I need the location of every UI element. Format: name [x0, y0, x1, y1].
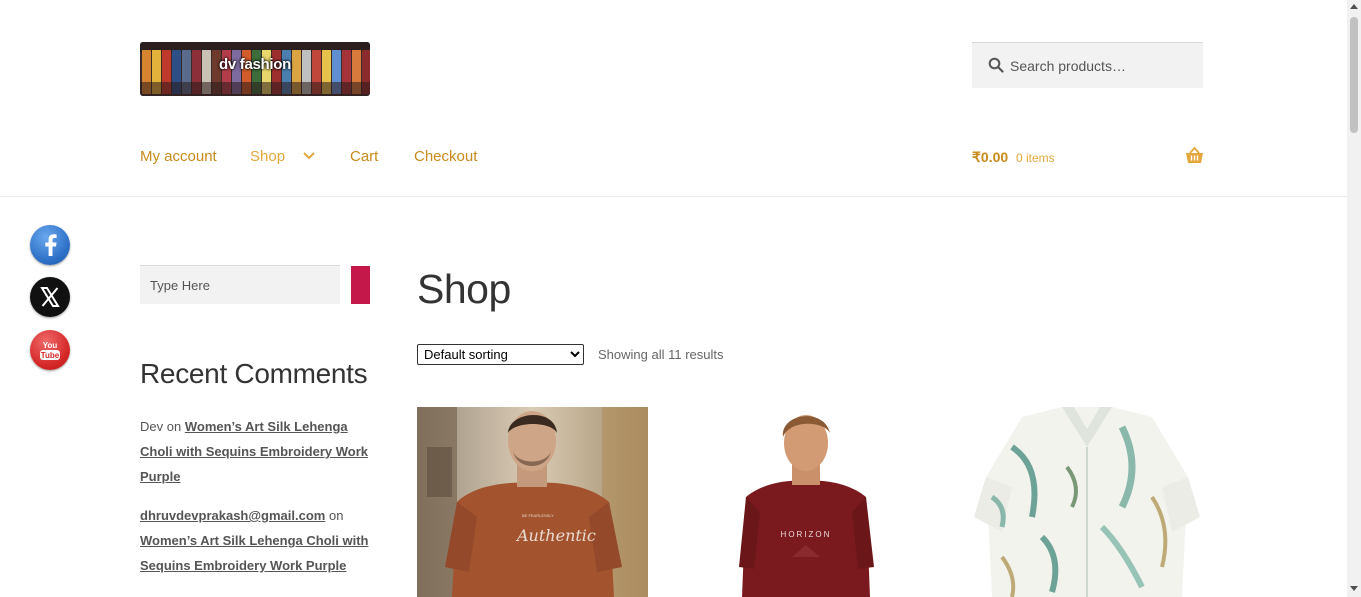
sort-select[interactable]: Default sorting [417, 344, 584, 365]
product-card[interactable]: HORIZON [694, 407, 925, 597]
chevron-down-icon[interactable] [302, 151, 316, 161]
page-scrollbar[interactable] [1347, 0, 1361, 597]
shirt-text-small: BE FEARLESSLY [522, 513, 554, 518]
shirt-text: HORIZON [781, 530, 832, 539]
svg-text:Tube: Tube [41, 351, 60, 360]
site-logo[interactable]: dv fashion [140, 42, 370, 96]
sidebar-search-button[interactable] [351, 266, 370, 304]
basket-icon[interactable] [1185, 147, 1204, 164]
comment-author-link[interactable]: dhruvdevprakash@gmail.com [140, 508, 325, 523]
nav-cart[interactable]: Cart [350, 148, 378, 165]
product-search-box [972, 42, 1203, 89]
product-card[interactable] [972, 407, 1203, 597]
svg-text:You: You [43, 341, 58, 350]
product-image: HORIZON [694, 407, 925, 597]
nav-checkout[interactable]: Checkout [414, 148, 477, 165]
product-image [972, 407, 1203, 597]
cart-total[interactable]: ₹0.00 [972, 149, 1008, 166]
comment-item: dhruvdevprakash@gmail.com on Women’s Art… [140, 503, 372, 578]
nav-my-account[interactable]: My account [140, 148, 217, 165]
youtube-icon[interactable]: You Tube [30, 330, 70, 370]
comment-author: Dev [140, 419, 164, 434]
sidebar-search-input[interactable] [148, 266, 337, 305]
recent-comments-heading: Recent Comments [140, 358, 368, 389]
scroll-up-arrow-icon[interactable] [1350, 4, 1358, 9]
comment-item: Dev on Women’s Art Silk Lehenga Choli wi… [140, 414, 372, 489]
header-divider [0, 196, 1347, 197]
cart-item-count[interactable]: 0 items [1016, 151, 1055, 165]
nav-shop[interactable]: Shop [250, 148, 285, 165]
product-card[interactable]: BE FEARLESSLY Authentic [417, 407, 648, 597]
sidebar-search-box [140, 265, 340, 305]
comment-connector: on [328, 508, 344, 523]
page-title: Shop [417, 266, 511, 312]
search-icon [988, 57, 1004, 73]
x-icon[interactable] [30, 277, 70, 317]
shirt-text: Authentic [515, 526, 596, 545]
logo-text: dv fashion [218, 56, 291, 73]
scroll-down-arrow-icon[interactable] [1350, 586, 1358, 591]
scrollbar-thumb[interactable] [1350, 17, 1358, 133]
comment-post-link[interactable]: Women’s Art Silk Lehenga Choli with Sequ… [140, 533, 368, 573]
comment-connector: on [166, 419, 182, 434]
result-count: Showing all 11 results [598, 347, 724, 362]
product-image: BE FEARLESSLY Authentic [417, 407, 648, 597]
facebook-icon[interactable] [30, 225, 70, 265]
search-input[interactable] [1008, 43, 1202, 89]
